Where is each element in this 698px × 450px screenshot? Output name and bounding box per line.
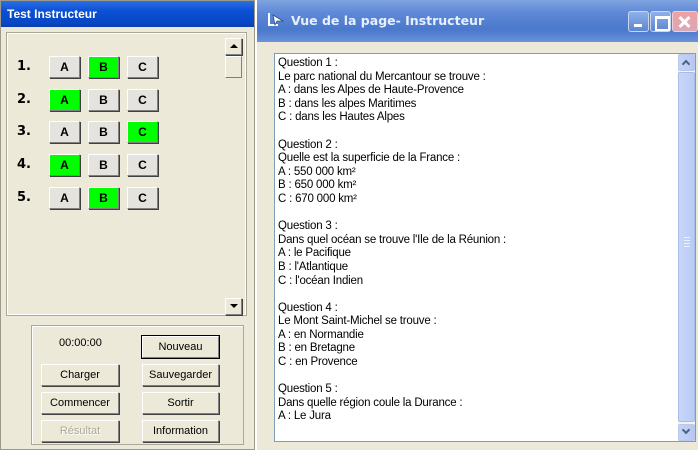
text-line: A : 550 000 km² <box>278 165 356 178</box>
window-title: Vue de la page- Instructeur <box>291 13 485 28</box>
question-number: 2. <box>17 92 31 107</box>
text-line: A : le Pacifique <box>278 247 351 260</box>
text-line: A : dans les Alpes de Haute-Provence <box>278 84 464 97</box>
answer-option-a-button[interactable]: A <box>49 89 80 111</box>
preview-content: Question 1 : Le parc national du Mercanto… <box>278 57 674 438</box>
text-line: Question 1 : <box>278 57 338 69</box>
text-line: Le parc national du Mercantour se trouve… <box>278 70 486 83</box>
scroll-up-button[interactable] <box>678 54 695 71</box>
timer-display: 00:00:00 <box>59 337 102 349</box>
preview-scrollbar[interactable] <box>678 54 695 441</box>
maximize-icon[interactable] <box>650 11 671 32</box>
answer-option-b-button[interactable]: B <box>88 187 119 209</box>
chevron-down-icon <box>681 425 691 435</box>
answer-option-c-button[interactable]: C <box>127 56 158 78</box>
chevron-up-icon <box>681 59 691 69</box>
scroll-thumb[interactable] <box>225 56 242 78</box>
question-number: 1. <box>17 59 31 74</box>
scroll-down-button[interactable] <box>678 424 695 441</box>
close-icon[interactable] <box>672 11 698 32</box>
scroll-thumb[interactable] <box>678 72 695 422</box>
text-line: C : 670 000 km² <box>278 192 357 205</box>
question-block: Question 2 : Quelle est la superficie de … <box>278 139 674 207</box>
window-title: Test Instructeur <box>1 1 254 27</box>
question-block: Question 4 : Le Mont Saint-Michel se trou… <box>278 302 674 370</box>
page-view-icon <box>268 13 285 27</box>
text-line: B : en Bretagne <box>278 342 355 355</box>
question-number: 5. <box>17 190 31 205</box>
scroll-down-button[interactable] <box>225 298 242 315</box>
text-line: Question 2 : <box>278 138 338 151</box>
page-preview-textarea[interactable]: Question 1 : Le parc national du Mercanto… <box>274 53 696 442</box>
answer-option-b-button[interactable]: B <box>88 154 119 176</box>
answer-option-b-button[interactable]: B <box>88 56 119 78</box>
answer-option-a-button[interactable]: A <box>49 187 80 209</box>
grip-line <box>684 246 690 247</box>
resultat-button[interactable]: Résultat <box>41 420 119 442</box>
text-line: B : l'Atlantique <box>278 260 348 273</box>
text-line: Quelle est la superficie de la France : <box>278 152 461 165</box>
text-line: C : dans les Hautes Alpes <box>278 111 405 124</box>
text-line: A : Le Jura <box>278 410 331 423</box>
scroll-up-button[interactable] <box>225 38 242 55</box>
text-line: B : dans les alpes Maritimes <box>278 97 417 110</box>
answer-option-b-button[interactable]: B <box>88 89 119 111</box>
minimize-icon[interactable] <box>628 11 649 32</box>
question-block: Question 1 : Le parc national du Mercanto… <box>278 57 674 125</box>
text-line: Dans quelle région coule la Durance : <box>278 396 463 409</box>
title-bar[interactable]: Vue de la page- Instructeur <box>257 0 698 42</box>
vue-page-window: Vue de la page- Instructeur Question 1 :… <box>257 0 698 450</box>
question-number: 3. <box>17 124 31 139</box>
answer-option-c-button[interactable]: C <box>127 187 158 209</box>
grip-line <box>684 243 690 244</box>
answer-option-c-button[interactable]: C <box>127 89 158 111</box>
question-block: Question 3 : Dans quel océan se trouve l'… <box>278 220 674 288</box>
charger-button[interactable]: Charger <box>41 364 119 386</box>
arrow-down-icon <box>230 304 238 308</box>
text-line: C : en Provence <box>278 356 358 369</box>
text-line: Question 4 : <box>278 301 338 314</box>
text-line: Le Mont Saint-Michel se trouve : <box>278 315 437 328</box>
answer-option-b-button[interactable]: B <box>88 121 119 143</box>
text-line: A : en Normandie <box>278 328 364 341</box>
answer-option-a-button[interactable]: A <box>49 56 80 78</box>
answer-option-c-button[interactable]: C <box>127 154 158 176</box>
commencer-button[interactable]: Commencer <box>41 392 119 414</box>
question-number: 4. <box>17 157 31 172</box>
arrow-up-icon <box>230 44 238 48</box>
nouveau-button[interactable]: Nouveau <box>141 335 220 359</box>
sauvegarder-button[interactable]: Sauvegarder <box>142 364 219 386</box>
information-button[interactable]: Information <box>142 420 219 442</box>
test-instructeur-window: Test Instructeur 1. A B C 2. A B C 3. A B C 4. A B C 5. A… <box>0 0 255 450</box>
text-line: Dans quel océan se trouve l'Ile de la Ré… <box>278 233 507 246</box>
question-block: Question 5 : Dans quelle région coule la … <box>278 383 674 424</box>
grip-line <box>684 237 690 238</box>
text-line: Question 5 : <box>278 383 338 396</box>
answer-option-c-button[interactable]: C <box>127 121 158 143</box>
text-line: C : l'océan Indien <box>278 274 363 287</box>
text-line: B : 650 000 km² <box>278 179 357 192</box>
answer-option-a-button[interactable]: A <box>49 121 80 143</box>
grip-line <box>684 240 690 241</box>
text-line: Question 3 : <box>278 220 338 233</box>
answer-option-a-button[interactable]: A <box>49 154 80 176</box>
questions-scrollbar[interactable] <box>225 38 242 315</box>
sortir-button[interactable]: Sortir <box>142 392 219 414</box>
